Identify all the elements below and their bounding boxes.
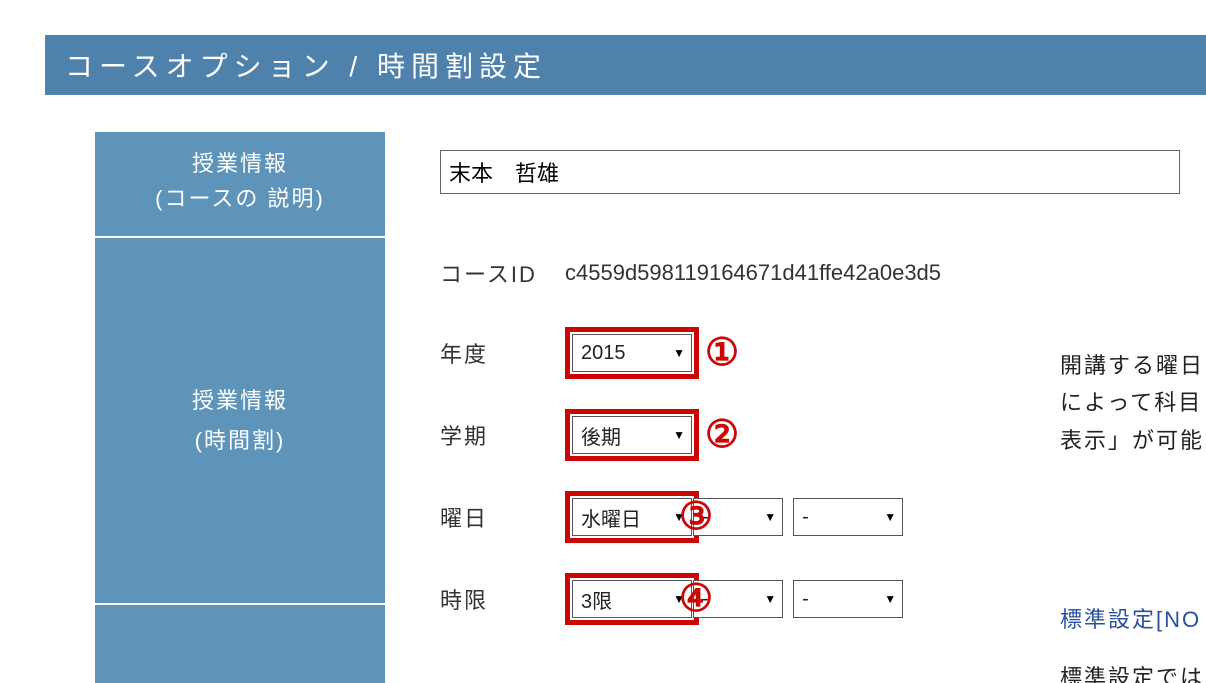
sidebar-section-timetable: 授業情報 (時間割): [95, 238, 385, 605]
highlight-box: 後期 ▼: [565, 409, 699, 461]
sidebar-section-course-description: 授業情報 (コースの 説明): [95, 132, 385, 238]
instructor-name-input[interactable]: [440, 150, 1180, 194]
semester-select-value: 後期: [581, 421, 667, 450]
help-text-line: 開講する曜日: [1060, 347, 1204, 384]
annotation-2: ②: [705, 416, 739, 454]
label-period: 時限: [440, 583, 565, 615]
period-select-3[interactable]: - ▼: [793, 580, 903, 618]
sidebar-label-line: 授業情報: [95, 381, 385, 421]
year-select[interactable]: 2015 ▼: [572, 334, 692, 372]
row-day: 曜日 水曜日 ▼ ③ - ▼: [440, 491, 1206, 543]
content-area: 授業情報 (コースの 説明) 授業情報 (時間割) コースID c4559d59…: [95, 132, 1206, 683]
standard-setting-link[interactable]: 標準設定[NO: [1060, 602, 1201, 634]
standard-setting-note: 標準設定では: [1060, 660, 1204, 683]
sidebar-label-line: (時間割): [95, 421, 385, 461]
period-select-1[interactable]: 3限 ▼: [572, 580, 692, 618]
day-select-1-value: 水曜日: [581, 503, 667, 532]
value-course-id: c4559d598119164671d41ffe42a0e3d5: [565, 260, 941, 286]
standard-setting-link-text: 標準設定[NO: [1060, 607, 1201, 632]
label-semester: 学期: [440, 419, 565, 451]
page-title: コースオプション / 時間割設定: [65, 51, 547, 82]
year-select-value: 2015: [581, 342, 667, 365]
annotation-4: ④: [679, 580, 713, 618]
annotation-3: ③: [679, 498, 713, 536]
day-select-1[interactable]: 水曜日 ▼: [572, 498, 692, 536]
page-header: コースオプション / 時間割設定: [45, 35, 1206, 95]
sidebar-section-empty: [95, 605, 385, 683]
period-select-3-value: -: [802, 588, 878, 611]
period-select-1-value: 3限: [581, 585, 667, 614]
chevron-down-icon: ▼: [673, 346, 685, 360]
day-select-3-value: -: [802, 506, 878, 529]
label-day: 曜日: [440, 501, 565, 533]
chevron-down-icon: ▼: [884, 510, 896, 524]
sidebar-label-line: 授業情報: [105, 146, 375, 181]
standard-setting-note-text: 標準設定では: [1060, 665, 1204, 683]
sidebar-label-line: (コースの 説明): [105, 181, 375, 216]
sidebar: 授業情報 (コースの 説明) 授業情報 (時間割): [95, 132, 385, 683]
row-course-id: コースID c4559d598119164671d41ffe42a0e3d5: [440, 249, 1206, 297]
label-course-id: コースID: [440, 257, 565, 289]
help-text-block: 開講する曜日 によって科目 表示」が可能: [1060, 347, 1204, 459]
help-text-line: 表示」が可能: [1060, 422, 1204, 459]
annotation-1: ①: [705, 334, 739, 372]
help-text-line: によって科目: [1060, 384, 1204, 421]
chevron-down-icon: ▼: [764, 510, 776, 524]
chevron-down-icon: ▼: [764, 592, 776, 606]
highlight-box: 2015 ▼: [565, 327, 699, 379]
day-select-3[interactable]: - ▼: [793, 498, 903, 536]
label-year: 年度: [440, 337, 565, 369]
semester-select[interactable]: 後期 ▼: [572, 416, 692, 454]
chevron-down-icon: ▼: [884, 592, 896, 606]
chevron-down-icon: ▼: [673, 428, 685, 442]
